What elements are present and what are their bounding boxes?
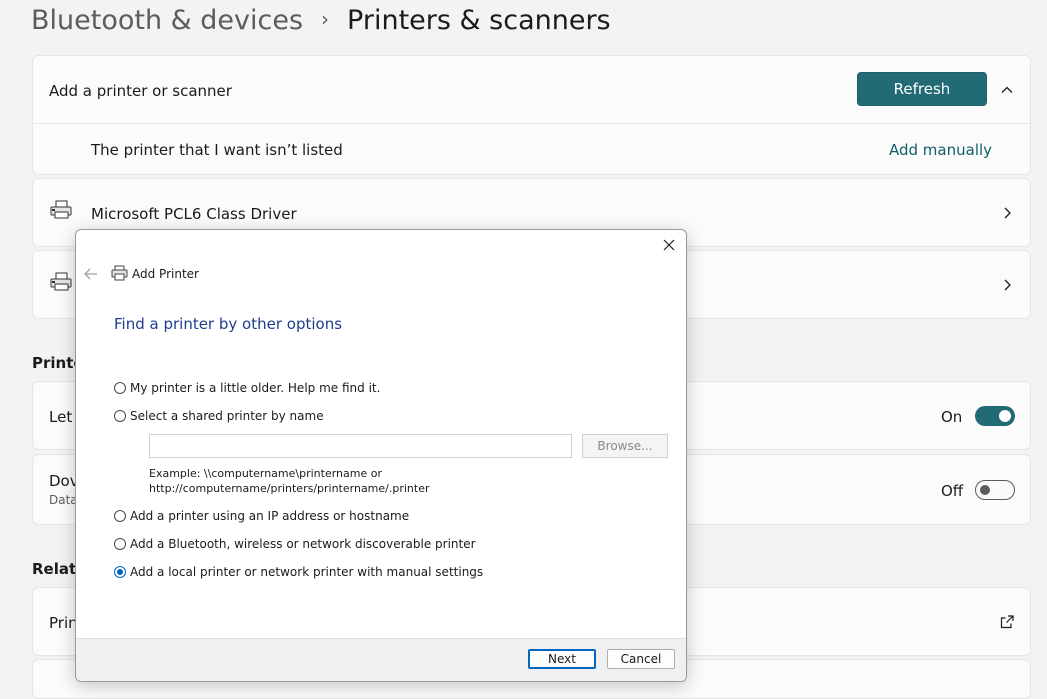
back-arrow-icon[interactable] [83,267,99,281]
option-ip-address[interactable]: Add a printer using an IP address or hos… [114,509,409,523]
dialog-footer: Next Cancel [76,638,686,681]
divider [33,123,1030,124]
option-bluetooth-wireless[interactable]: Add a Bluetooth, wireless or network dis… [114,537,476,551]
open-external-icon [1000,615,1014,629]
radio-button[interactable] [114,410,126,422]
chevron-right-icon[interactable] [999,205,1015,221]
next-button[interactable]: Next [528,649,596,669]
dialog-title: Add Printer [132,267,199,281]
radio-button[interactable] [114,538,126,550]
option-label: Add a local printer or network printer w… [130,565,484,579]
example-line: Example: \\computername\printername or [149,467,382,480]
setting-download-sublabel: Data [49,493,78,507]
option-label: My printer is a little older. Help me fi… [130,381,381,395]
related-item-label: Prin [49,614,78,632]
page-title: Printers & scanners [347,4,611,36]
printer-icon [50,272,72,291]
add-manually-link[interactable]: Add manually [889,141,992,159]
chevron-up-icon[interactable] [999,82,1015,98]
add-printer-title: Add a printer or scanner [49,82,232,100]
option-local-manual[interactable]: Add a local printer or network printer w… [114,565,483,579]
option-label: Add a printer using an IP address or hos… [130,509,410,523]
option-label: Add a Bluetooth, wireless or network dis… [130,537,476,551]
printer-not-listed-text: The printer that I want isn’t listed [91,141,343,159]
printer-icon [50,200,72,219]
toggle-knob [999,410,1011,422]
radio-button[interactable] [114,382,126,394]
option-shared-printer[interactable]: Select a shared printer by name [114,409,324,423]
browse-button[interactable]: Browse... [582,434,668,458]
radio-button-selected[interactable] [114,566,126,578]
toggle-state-label: On [941,408,963,426]
add-printer-dialog: Add Printer Find a printer by other opti… [75,229,687,682]
download-drivers-toggle[interactable] [975,480,1015,500]
close-button[interactable] [660,236,678,254]
dialog-heading: Find a printer by other options [114,315,343,333]
breadcrumb-separator: › [321,7,330,31]
chevron-right-icon[interactable] [999,277,1015,293]
breadcrumb-parent-link[interactable]: Bluetooth & devices [31,5,303,36]
cancel-button[interactable]: Cancel [607,649,675,669]
toggle-state-label: Off [941,482,964,500]
printer-name: Microsoft PCL6 Class Driver [91,205,297,223]
option-label: Select a shared printer by name [130,409,324,423]
breadcrumb: Bluetooth & devices › Printers & scanner… [31,0,611,40]
example-text: Example: \\computername\printername or h… [149,466,430,496]
example-line: http://computername/printers/printername… [149,482,430,495]
let-windows-manage-toggle[interactable] [975,406,1015,426]
close-icon [663,239,675,251]
radio-button[interactable] [114,510,126,522]
refresh-button[interactable]: Refresh [857,72,987,106]
toggle-knob [980,485,990,495]
setting-let-label: Let [49,408,73,426]
shared-printer-name-input[interactable] [149,434,572,458]
printer-icon [111,265,128,281]
option-older-printer[interactable]: My printer is a little older. Help me fi… [114,381,380,395]
